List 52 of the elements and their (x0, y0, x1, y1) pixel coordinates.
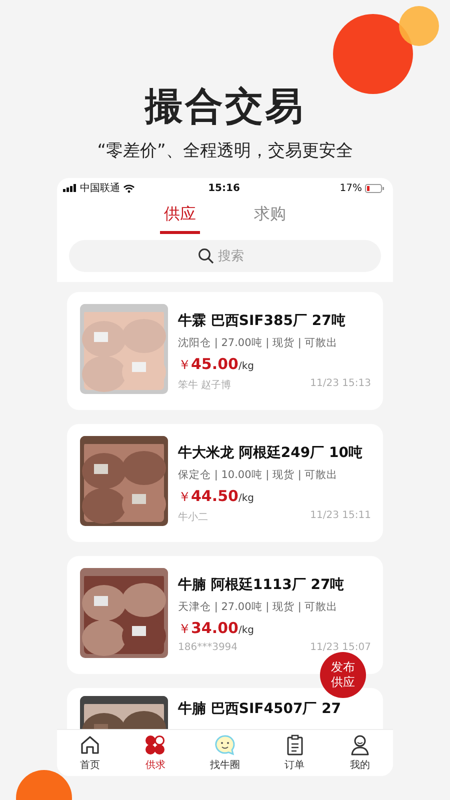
listing-title: 牛腩 阿根廷1113厂 27吨 (178, 576, 346, 594)
price: 45.00 (191, 355, 238, 373)
battery-icon (365, 184, 385, 192)
post-time: 11/23 15:11 (310, 510, 371, 523)
nav-item[interactable]: 首页 (78, 734, 101, 772)
nav-label: 首页 (80, 759, 100, 772)
search-input[interactable]: 搜索 (218, 248, 252, 264)
seller-name: 牛小二 (178, 510, 208, 524)
seller-name: 笨牛 赵子博 (178, 378, 232, 392)
nav-item[interactable]: 供求 (144, 734, 166, 772)
tab[interactable]: 求购 (250, 202, 290, 234)
listing-title: 牛腩 巴西SIF4507厂 27 (178, 700, 342, 718)
wifi-icon (123, 184, 135, 192)
search-icon (198, 248, 214, 264)
listing-details: 保定仓 | 10.00吨 | 现货 | 可散出 (178, 468, 339, 482)
currency-sign: ￥ (178, 621, 191, 638)
nav-label: 供求 (145, 758, 166, 772)
status-time: 15:16 (208, 182, 240, 194)
nav-label: 找牛圈 (210, 758, 240, 772)
tab[interactable]: 供应 (160, 202, 200, 234)
nav-item[interactable]: 我的 (349, 734, 372, 772)
listing-title: 牛霖 巴西SIF385厂 27吨 (178, 312, 346, 330)
post-time: 11/23 15:07 (310, 642, 371, 653)
subheadline: “零差价”、全程透明，交易更安全 (97, 140, 353, 162)
price: 44.50 (191, 487, 238, 505)
smiley-chat-icon (214, 734, 236, 756)
listing-card[interactable]: 牛霖 巴西SIF385厂 27吨 沈阳仓 | 27.00吨 | 现货 | 可散出 ￥45.00/kg 笨牛 赵子博 11/23 15:13 (67, 292, 383, 410)
listing-title: 牛大米龙 阿根廷249厂 10吨 (178, 444, 364, 462)
home-icon (78, 734, 101, 756)
nav-label: 我的 (350, 758, 370, 772)
listing-details: 沈阳仓 | 27.00吨 | 现货 | 可散出 (178, 336, 339, 350)
seller-name: 186***3994 (178, 642, 238, 653)
post-time: 11/23 15:13 (310, 378, 371, 391)
listing-card[interactable]: 牛腩 巴西SIF4507厂 27 (67, 688, 383, 729)
circle-decoration (16, 770, 72, 800)
signal-icon (63, 184, 77, 192)
person-icon (349, 734, 372, 756)
four-circles-icon (144, 734, 166, 756)
carrier-name: 中国联通 (80, 182, 120, 195)
battery-percent: 17% (340, 182, 362, 194)
nav-item[interactable]: 订单 (284, 734, 306, 772)
currency-sign: ￥ (178, 489, 191, 506)
price: 34.00 (191, 619, 238, 637)
currency-sign: ￥ (178, 357, 191, 374)
headline: 撮合交易 (145, 83, 305, 130)
nav-label: 订单 (284, 758, 305, 772)
nav-item[interactable]: 找牛圈 (210, 734, 240, 772)
price-unit: /kg (238, 625, 254, 636)
price-unit: /kg (238, 493, 254, 504)
price-unit: /kg (238, 361, 254, 372)
listing-details: 天津仓 | 27.00吨 | 现货 | 可散出 (178, 600, 339, 614)
listing-card[interactable]: 牛大米龙 阿根廷249厂 10吨 保定仓 | 10.00吨 | 现货 | 可散出 ￥44.50/kg 牛小二 11/23 15:11 (67, 424, 383, 542)
